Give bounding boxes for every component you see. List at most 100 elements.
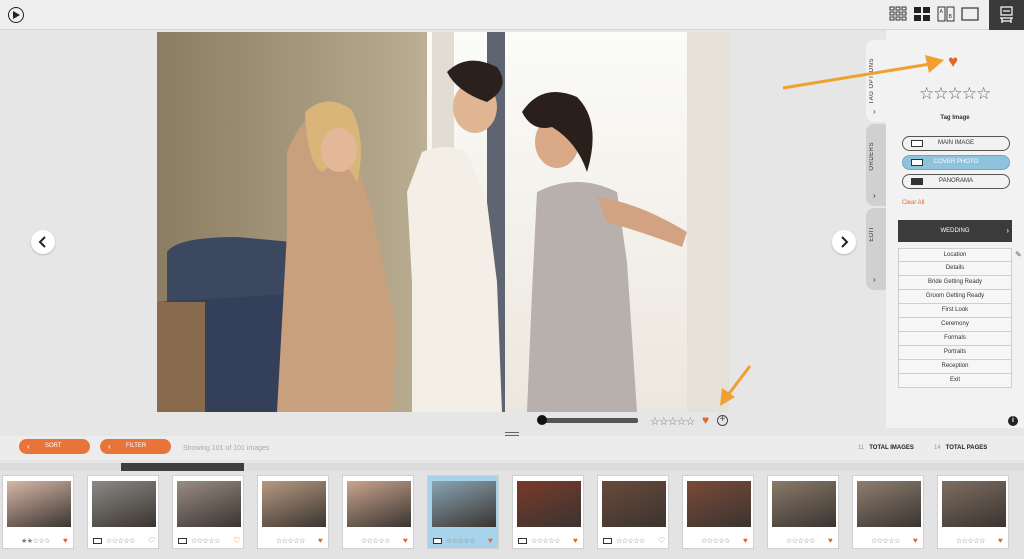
thumbnail-rating-stars[interactable]: ☆☆☆☆☆ — [616, 537, 645, 545]
total-images: 11 TOTAL IMAGES — [858, 445, 914, 451]
sort-button[interactable]: ‹ SORT — [19, 439, 90, 454]
filmstrip-thumbnail[interactable]: ☆☆☆☆☆ ♥ — [427, 475, 499, 549]
filmstrip-thumbnail[interactable]: ☆☆☆☆☆ ♥ — [257, 475, 329, 549]
thumbnail-heart-icon[interactable]: ♥ — [63, 536, 68, 545]
thumbnail-heart-icon[interactable]: ♡ — [658, 536, 665, 545]
filmstrip-thumbnail[interactable]: ☆☆☆☆☆ ♥ — [682, 475, 754, 549]
filmstrip-thumbnail[interactable]: ☆☆☆☆☆ ♡ — [597, 475, 669, 549]
add-icon[interactable]: + — [717, 415, 728, 426]
side-tabs: TAG OPTIONS › ORDERS › EDIT › — [864, 30, 886, 428]
play-slideshow-icon[interactable] — [8, 7, 24, 23]
thumbnail-rating-stars[interactable]: ☆☆☆☆☆ — [786, 537, 815, 545]
thumbnail-image — [432, 481, 496, 527]
book-icon — [178, 538, 187, 544]
thumbnail-rating-stars[interactable]: ☆☆☆☆☆ — [531, 537, 560, 545]
sort-label: SORT — [45, 443, 62, 449]
main-photo[interactable] — [157, 32, 729, 412]
category-label: WEDDING — [940, 228, 970, 234]
total-images-count: 11 — [858, 445, 865, 451]
thumbnail-heart-icon[interactable]: ♥ — [488, 536, 493, 545]
thumbnail-rating-stars[interactable]: ☆☆☆☆☆ — [701, 537, 730, 545]
account-icon[interactable] — [989, 0, 1024, 30]
thumbnail-heart-icon[interactable]: ♥ — [998, 536, 1003, 545]
subcategory-item[interactable]: Location — [898, 248, 1012, 262]
tab-tag-options[interactable]: TAG OPTIONS › — [866, 40, 886, 122]
filmstrip-thumbnail[interactable]: ☆☆☆☆☆ ♥ — [937, 475, 1009, 549]
thumbnail-rating-stars[interactable]: ★★☆☆☆ — [21, 537, 50, 545]
filmstrip-thumbnail[interactable]: ☆☆☆☆☆ ♡ — [172, 475, 244, 549]
grid-view-icon[interactable] — [889, 6, 907, 22]
svg-text:B: B — [949, 14, 953, 20]
top-toolbar: A B — [0, 0, 1024, 30]
book-icon — [911, 140, 923, 147]
filmstrip-thumbnail[interactable]: ★★☆☆☆ ♥ — [2, 475, 74, 549]
subcategory-item[interactable]: First Look — [898, 304, 1012, 318]
thumbnail-rating-stars[interactable]: ☆☆☆☆☆ — [956, 537, 985, 545]
thumbnail-heart-icon[interactable]: ♡ — [233, 536, 240, 545]
book-icon — [603, 538, 612, 544]
panorama-button[interactable]: PANORAMA — [902, 174, 1010, 189]
previous-image-button[interactable] — [31, 230, 55, 254]
zoom-slider-track[interactable] — [540, 418, 638, 423]
tab-edit[interactable]: EDIT › — [866, 208, 886, 290]
filmstrip-scrollbar-thumb[interactable] — [121, 463, 244, 471]
subcategory-item[interactable]: Portraits — [898, 346, 1012, 360]
info-icon[interactable]: i — [1008, 416, 1018, 426]
filter-button[interactable]: ‹ FILTER — [100, 439, 171, 454]
thumbnail-heart-icon[interactable]: ♥ — [573, 536, 578, 545]
compare-ab-icon[interactable]: A B — [937, 6, 955, 22]
subcategory-item[interactable]: Exit — [898, 374, 1012, 388]
thumbnail-rating-stars[interactable]: ☆☆☆☆☆ — [106, 537, 135, 545]
book-icon — [518, 538, 527, 544]
thumbnail-rating-stars[interactable]: ☆☆☆☆☆ — [871, 537, 900, 545]
filmstrip: ★★☆☆☆ ♥ ☆☆☆☆☆ ♡ ☆☆☆☆☆ ♡ ☆☆☆☆☆ ♥ ☆☆☆☆☆ ♥ ☆☆☆☆☆ ♥ ☆☆☆☆… — [0, 471, 1024, 559]
filmstrip-thumbnail[interactable]: ☆☆☆☆☆ ♥ — [852, 475, 924, 549]
thumbnail-heart-icon[interactable]: ♥ — [403, 536, 408, 545]
thumbnail-heart-icon[interactable]: ♥ — [913, 536, 918, 545]
subcategory-item[interactable]: Reception — [898, 360, 1012, 374]
thumbnail-rating-stars[interactable]: ☆☆☆☆☆ — [191, 537, 220, 545]
thumbnail-rating-stars[interactable]: ☆☆☆☆☆ — [446, 537, 475, 545]
subcategory-item[interactable]: Bride Getting Ready — [898, 276, 1012, 290]
total-images-label: TOTAL IMAGES — [869, 445, 914, 451]
rating-stars[interactable]: ☆☆☆☆☆ — [919, 84, 991, 104]
thumbnail-rating-stars[interactable]: ☆☆☆☆☆ — [361, 537, 390, 545]
subcategory-item[interactable]: Ceremony — [898, 318, 1012, 332]
filmstrip-thumbnail[interactable]: ☆☆☆☆☆ ♡ — [87, 475, 159, 549]
subcategory-item[interactable]: Groom Getting Ready — [898, 290, 1012, 304]
category-wedding[interactable]: WEDDING › — [898, 220, 1012, 242]
subcategory-item[interactable]: Formals — [898, 332, 1012, 346]
filmstrip-thumbnail[interactable]: ☆☆☆☆☆ ♥ — [512, 475, 584, 549]
favorite-heart-icon[interactable]: ♥ — [948, 52, 958, 72]
thumbnail-heart-icon[interactable]: ♥ — [828, 536, 833, 545]
thumbnail-rating-stars[interactable]: ☆☆☆☆☆ — [276, 537, 305, 545]
tab-orders[interactable]: ORDERS › — [866, 124, 886, 206]
subcategory-item[interactable]: Details — [898, 262, 1012, 276]
next-image-button[interactable] — [832, 230, 856, 254]
book-icon — [911, 159, 923, 166]
tab-label: ORDERS — [869, 142, 875, 171]
thumbnail-heart-icon[interactable]: ♡ — [148, 536, 155, 545]
filter-label: FILTER — [126, 443, 147, 449]
total-pages-label: TOTAL PAGES — [945, 445, 988, 451]
main-image-heart-icon[interactable]: ♥ — [702, 413, 709, 427]
filmstrip-thumbnail[interactable]: ☆☆☆☆☆ ♥ — [767, 475, 839, 549]
thumbnail-heart-icon[interactable]: ♥ — [318, 536, 323, 545]
clear-all-link[interactable]: Clear All — [902, 200, 924, 206]
edit-pencil-icon[interactable]: ✎ — [1015, 250, 1022, 259]
thumbnail-heart-icon[interactable]: ♥ — [743, 536, 748, 545]
cover-photo-button[interactable]: COVER PHOTO — [902, 155, 1010, 170]
tag-options-panel: ♥ ☆☆☆☆☆ Tag Image MAIN IMAGE COVER PHOTO… — [886, 30, 1024, 428]
zoom-slider-handle[interactable] — [537, 415, 547, 425]
filmstrip-toolbar: ‹ SORT ‹ FILTER Showing 101 of 101 image… — [0, 436, 1024, 460]
tab-label: TAG OPTIONS — [869, 58, 875, 105]
four-up-view-icon[interactable] — [913, 6, 931, 22]
filmstrip-thumbnail[interactable]: ☆☆☆☆☆ ♥ — [342, 475, 414, 549]
thumbnail-image — [262, 481, 326, 527]
single-view-icon[interactable] — [961, 6, 979, 22]
panorama-icon — [911, 178, 923, 185]
main-image-button[interactable]: MAIN IMAGE — [902, 136, 1010, 151]
chevron-right-icon: › — [873, 275, 876, 284]
main-image-rating-stars[interactable]: ☆☆☆☆☆ — [650, 415, 695, 428]
subcategory-list: Location Details Bride Getting Ready Gro… — [898, 248, 1012, 388]
